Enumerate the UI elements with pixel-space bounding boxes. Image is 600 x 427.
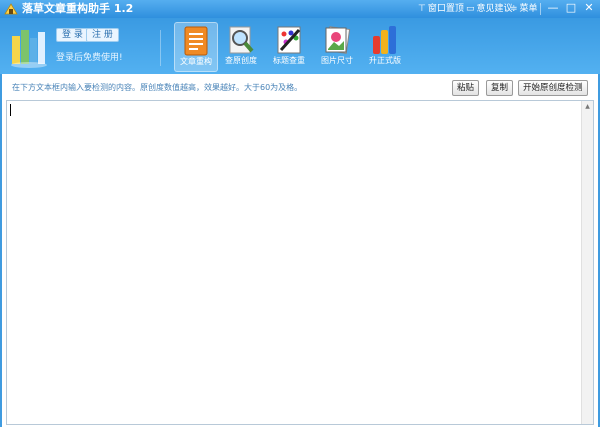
window-border-left: [0, 74, 2, 427]
login-button[interactable]: 登 录: [56, 28, 89, 42]
titlebar-separator: [540, 3, 541, 15]
start-check-button[interactable]: 开始原创度检测: [518, 80, 588, 96]
tool-check-originality-label: 查原创度: [225, 56, 257, 65]
pin-on-top-label: 窗口置顶: [427, 4, 464, 14]
upgrade-icon: [373, 26, 396, 54]
editor-scrollbar[interactable]: ▲: [581, 101, 593, 424]
close-button[interactable]: ✕: [580, 1, 598, 15]
copy-button[interactable]: 复制: [486, 80, 514, 96]
palette-icon: [277, 26, 301, 54]
menu-link[interactable]: ≑ 菜单: [510, 2, 538, 16]
tool-upgrade-label: 升正式版: [369, 56, 401, 65]
tool-article-rewrite-label: 文章重构: [180, 57, 212, 66]
content-panel: 在下方文本框内输入要检测的内容。原创度数值越高，效果越好。大于60为及格。 粘贴…: [0, 74, 600, 427]
app-window: 落草文章重构助手 1.2 ⊤ 窗口置顶 ▭ 意见建议 ≑ 菜单 — □ ✕ 登 …: [0, 0, 600, 427]
toolbar-divider: [160, 30, 161, 66]
picture-icon: [325, 26, 351, 54]
books-logo-icon: [11, 30, 47, 68]
login-status-text: 登录后免费使用!: [56, 53, 123, 63]
text-caret: [10, 104, 11, 116]
menu-icon: ≑: [510, 4, 518, 14]
tool-title-duplicate-label: 标题查重: [273, 56, 305, 65]
pin-icon: ⊤: [418, 4, 426, 14]
title-bar: 落草文章重构助手 1.2 ⊤ 窗口置顶 ▭ 意见建议 ≑ 菜单 — □ ✕: [0, 0, 600, 18]
maximize-button[interactable]: □: [562, 1, 580, 15]
paste-button[interactable]: 粘贴: [452, 80, 480, 96]
pin-on-top-link[interactable]: ⊤ 窗口置顶: [418, 2, 464, 16]
instruction-hint: 在下方文本框内输入要检测的内容。原创度数值越高，效果越好。大于60为及格。: [12, 83, 303, 92]
article-text-editor[interactable]: ▲: [6, 100, 594, 425]
tool-image-size-label: 图片尺寸: [321, 56, 353, 65]
scroll-up-arrow-icon[interactable]: ▲: [582, 101, 593, 112]
tool-article-rewrite[interactable]: 文章重构: [174, 22, 218, 72]
magnifier-icon: [229, 26, 254, 54]
app-title: 落草文章重构助手 1.2: [22, 2, 134, 15]
tool-image-size[interactable]: 图片尺寸: [316, 22, 358, 70]
main-toolbar: 登 录 注 册 登录后免费使用! 文章重构 查原创度 标题查重 图片尺寸 升正式…: [0, 18, 600, 74]
document-icon: [184, 26, 208, 56]
menu-label: 菜单: [519, 4, 538, 14]
minimize-button[interactable]: —: [544, 1, 562, 15]
app-logo-icon: [4, 3, 18, 15]
tool-check-originality[interactable]: 查原创度: [220, 22, 262, 70]
feedback-icon: ▭: [466, 4, 475, 14]
register-button[interactable]: 注 册: [86, 28, 119, 42]
feedback-label: 意见建议: [476, 4, 513, 14]
feedback-link[interactable]: ▭ 意见建议: [466, 2, 513, 16]
tool-title-duplicate[interactable]: 标题查重: [268, 22, 310, 70]
tool-upgrade[interactable]: 升正式版: [364, 22, 406, 70]
